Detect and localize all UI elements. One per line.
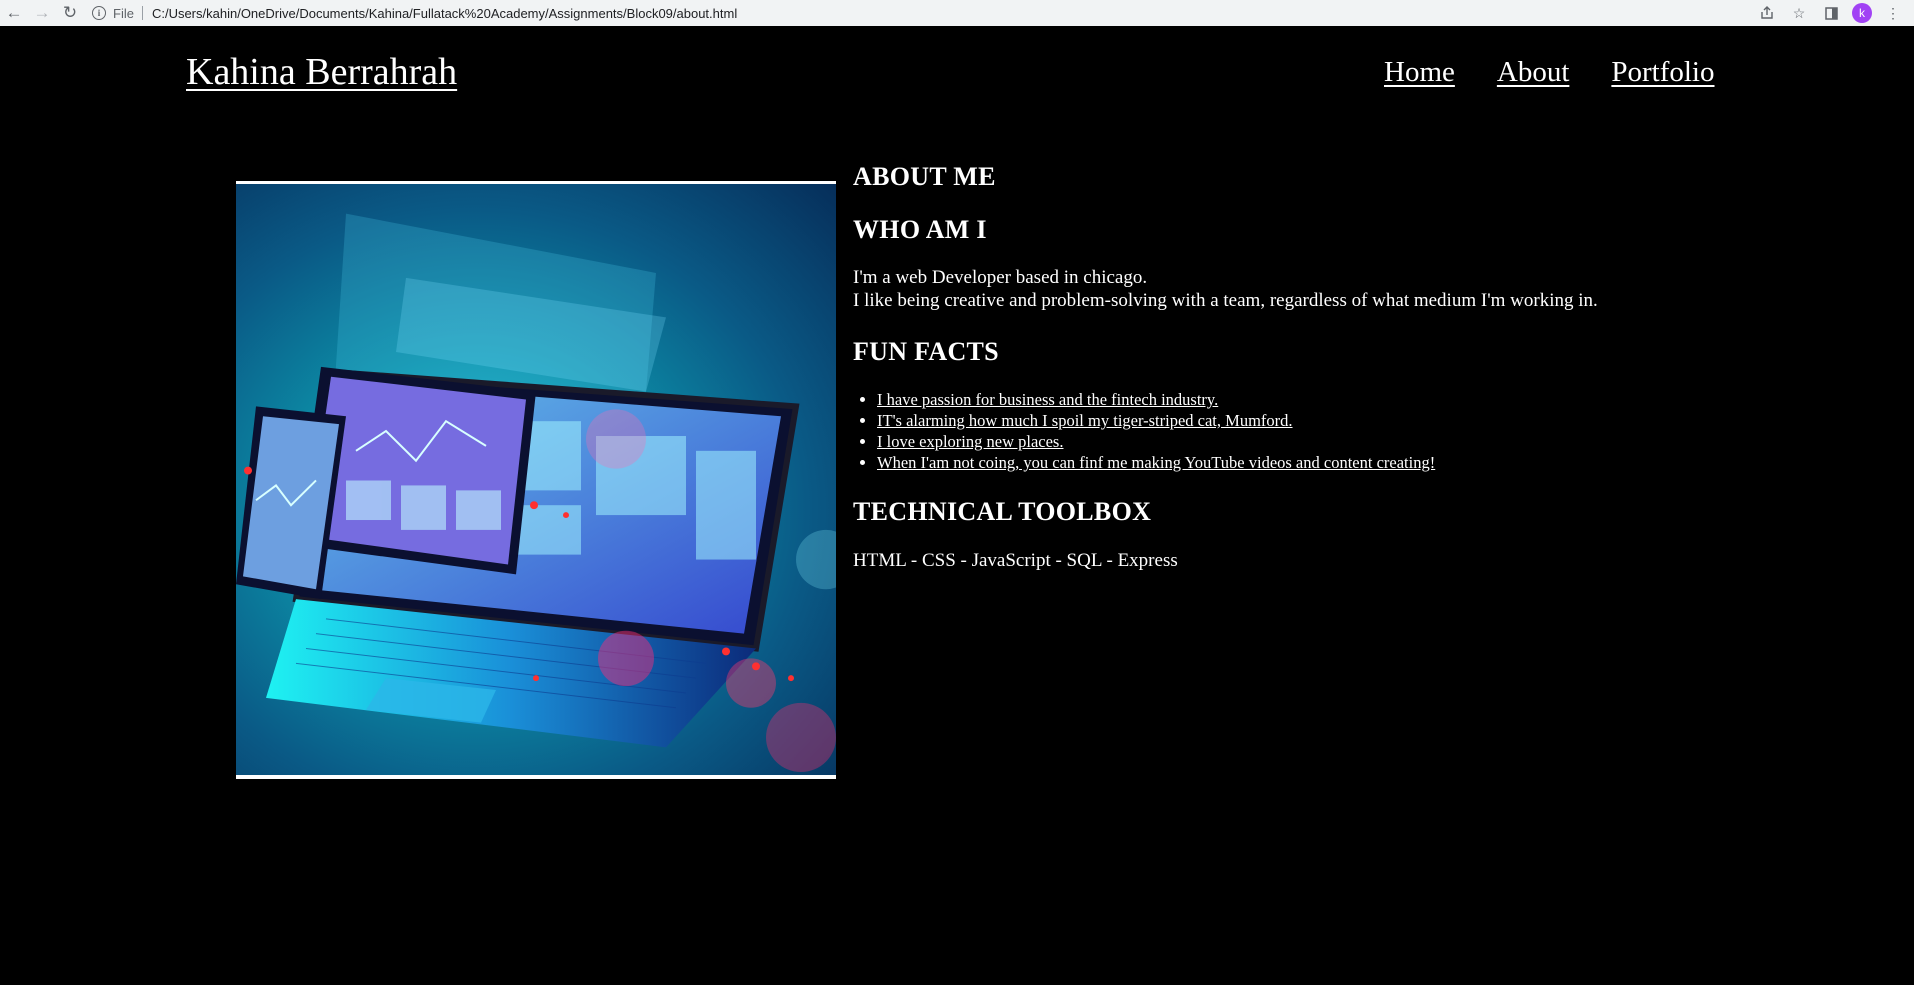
laptop-devices-illustration xyxy=(236,181,836,779)
fun-fact-link[interactable]: I love exploring new places. xyxy=(877,432,1063,451)
nav-about-link[interactable]: About xyxy=(1497,56,1570,89)
bio-line: I'm a web Developer based in chicago. xyxy=(853,267,1148,288)
site-title-link[interactable]: Kahina Berrahrah xyxy=(186,50,457,94)
reload-icon: ↻ xyxy=(62,3,78,22)
url-text[interactable]: C:/Users/kahin/OneDrive/Documents/Kahina… xyxy=(152,6,737,21)
list-item: When I'am not coing, you can finf me mak… xyxy=(877,452,1435,473)
browser-toolbar: ← → ↻ i File C:/Users/kahin/OneDrive/Doc… xyxy=(0,0,1914,26)
address-bar[interactable]: i File C:/Users/kahin/OneDrive/Documents… xyxy=(92,2,1756,24)
forward-button[interactable]: → xyxy=(28,0,56,26)
share-icon[interactable] xyxy=(1756,2,1778,24)
who-heading: WHO AM I xyxy=(853,215,987,244)
fun-fact-link[interactable]: I have passion for business and the fint… xyxy=(877,390,1218,409)
arrow-right-icon: → xyxy=(33,3,51,22)
list-item: I have passion for business and the fint… xyxy=(877,389,1435,410)
bio-line: I like being creative and problem-solvin… xyxy=(853,290,1598,311)
protocol-label: File xyxy=(113,5,134,21)
profile-avatar[interactable]: k xyxy=(1852,3,1872,23)
toolbox-heading: TECHNICAL TOOLBOX xyxy=(853,497,1152,526)
fun-facts-list: I have passion for business and the fint… xyxy=(853,389,1435,473)
back-button[interactable]: ← xyxy=(0,0,28,26)
about-heading: ABOUT ME xyxy=(853,162,996,191)
menu-dots-icon[interactable]: ⋮ xyxy=(1882,2,1904,24)
site-nav: Home About Portfolio xyxy=(1384,56,1715,89)
list-item: I love exploring new places. xyxy=(877,431,1435,452)
nav-portfolio-link[interactable]: Portfolio xyxy=(1611,56,1714,89)
address-separator xyxy=(141,6,143,20)
info-icon[interactable]: i xyxy=(92,6,106,20)
bookmark-star-icon[interactable]: ☆ xyxy=(1788,2,1810,24)
fun-facts-heading: FUN FACTS xyxy=(853,337,999,366)
side-panel-icon[interactable] xyxy=(1820,2,1842,24)
fun-fact-link[interactable]: When I'am not coing, you can finf me mak… xyxy=(877,453,1435,472)
nav-home-link[interactable]: Home xyxy=(1384,56,1455,89)
bio: I'm a web Developer based in chicago. I … xyxy=(853,266,1598,312)
fun-fact-link[interactable]: IT's alarming how much I spoil my tiger-… xyxy=(877,411,1293,430)
reload-button[interactable]: ↻ xyxy=(56,0,84,26)
toolbox-text: HTML - CSS - JavaScript - SQL - Express xyxy=(853,550,1178,571)
arrow-left-icon: ← xyxy=(5,3,23,22)
list-item: IT's alarming how much I spoil my tiger-… xyxy=(877,410,1435,431)
